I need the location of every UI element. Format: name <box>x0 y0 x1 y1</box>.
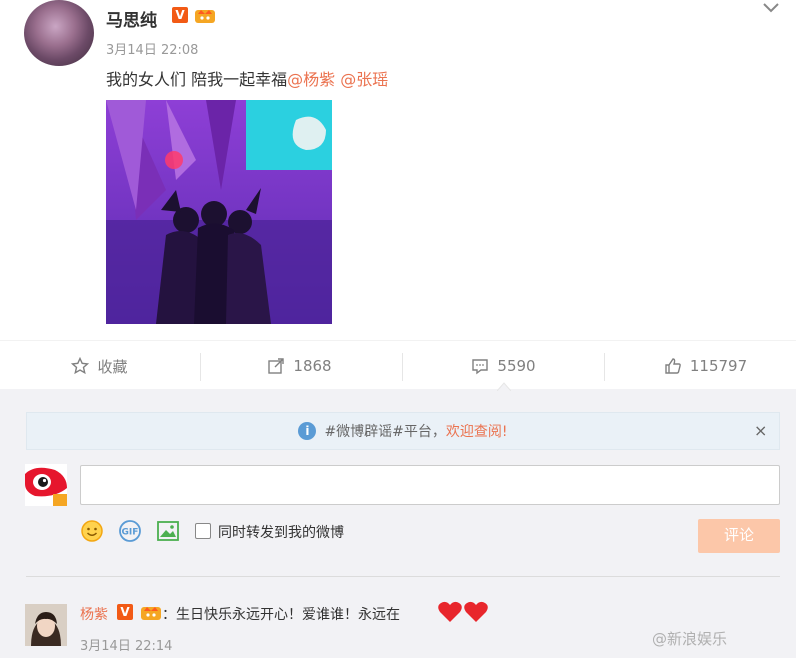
mention-link[interactable]: @张瑶 <box>340 70 388 89</box>
rumor-link[interactable]: 欢迎查阅! <box>446 421 508 441</box>
emoji-icon[interactable] <box>80 519 104 543</box>
like-count: 115797 <box>689 357 748 375</box>
like-button[interactable]: 115797 <box>606 341 796 391</box>
verified-v-badge-icon: V <box>172 7 188 23</box>
active-tab-caret <box>497 382 511 391</box>
vip-crown-icon <box>195 10 215 23</box>
rumor-text: #微博辟谣#平台， <box>324 424 446 440</box>
comment-timestamp[interactable]: 3月14日 22:14 <box>80 635 172 654</box>
divider <box>604 353 605 381</box>
repost-count: 1868 <box>293 357 332 375</box>
current-user-avatar[interactable] <box>25 464 67 506</box>
comment-count: 5590 <box>497 357 536 375</box>
rumor-notice-bar: i #微博辟谣#平台， 欢迎查阅! <box>26 412 780 450</box>
mention-link[interactable]: @杨紫 <box>287 70 335 89</box>
post-text: 我的女人们 陪我一起幸福@杨紫 @张瑶 <box>106 66 388 90</box>
divider <box>402 353 403 381</box>
comment-icon <box>472 359 489 375</box>
author-name[interactable]: 马思纯 <box>106 6 157 31</box>
commenter-name[interactable]: 杨紫 <box>80 604 108 624</box>
vip-crown-icon <box>141 607 161 620</box>
post-photo[interactable] <box>106 100 332 324</box>
image-icon[interactable] <box>156 519 180 543</box>
watermark: @新浪娱乐 <box>652 630 728 648</box>
comment-text: ：生日快乐永远开心！爱谁谁！永远在 <box>162 607 400 623</box>
post-timestamp[interactable]: 3月14日 22:08 <box>106 39 198 58</box>
info-icon: i <box>298 422 317 440</box>
chevron-down-icon[interactable] <box>760 0 782 16</box>
repost-label[interactable]: 同时转发到我的微博 <box>218 522 344 542</box>
thumbs-up-icon <box>665 358 681 374</box>
author-avatar[interactable] <box>24 0 94 66</box>
divider <box>26 576 780 577</box>
verified-v-badge-icon: V <box>117 604 133 620</box>
comment-input[interactable] <box>80 465 780 505</box>
weibo-post: 马思纯 V 3月14日 22:08 我的女人们 陪我一起幸福@杨紫 @张瑶 <box>0 0 796 340</box>
share-icon <box>268 358 285 374</box>
favorite-button[interactable]: 收藏 <box>0 341 199 391</box>
heart-icon <box>438 601 488 622</box>
submit-comment-button[interactable]: 评论 <box>698 519 780 553</box>
commenter-avatar[interactable] <box>25 604 67 646</box>
post-body: 我的女人们 陪我一起幸福 <box>106 70 288 89</box>
close-icon[interactable]: × <box>754 423 767 439</box>
gif-icon[interactable]: GIF <box>118 519 142 543</box>
repost-checkbox[interactable] <box>195 523 211 539</box>
favorite-label: 收藏 <box>97 357 128 376</box>
star-icon <box>71 357 90 375</box>
repost-button[interactable]: 1868 <box>200 341 399 391</box>
svg-text:GIF: GIF <box>122 528 139 538</box>
action-bar: 收藏 1868 5590 115797 <box>0 340 796 390</box>
